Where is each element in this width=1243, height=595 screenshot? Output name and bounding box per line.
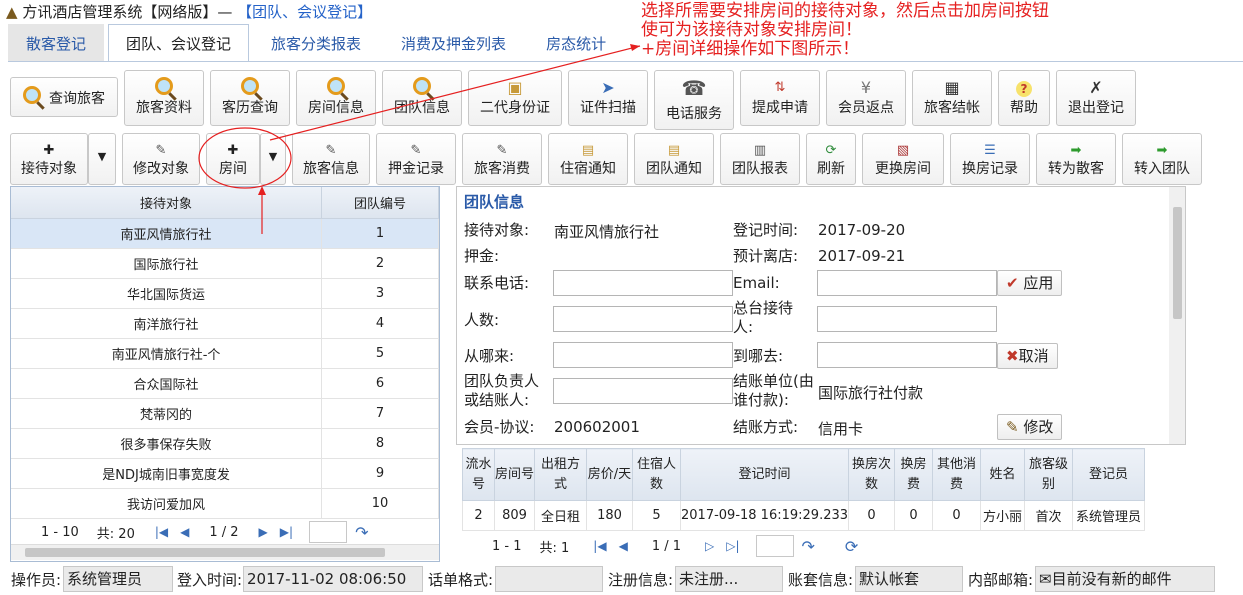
annotation-arrowhead (630, 44, 640, 51)
annotation-overlay (198, 44, 641, 234)
app-window: ▲ 方讯酒店管理系统【网络版】— 【团队、会议登记】 散客登记 团队、会议登记 … (0, 0, 1243, 595)
annotation-circle (198, 127, 292, 189)
annotation-arrowhead (258, 186, 266, 195)
annotation-arrow (269, 45, 641, 141)
